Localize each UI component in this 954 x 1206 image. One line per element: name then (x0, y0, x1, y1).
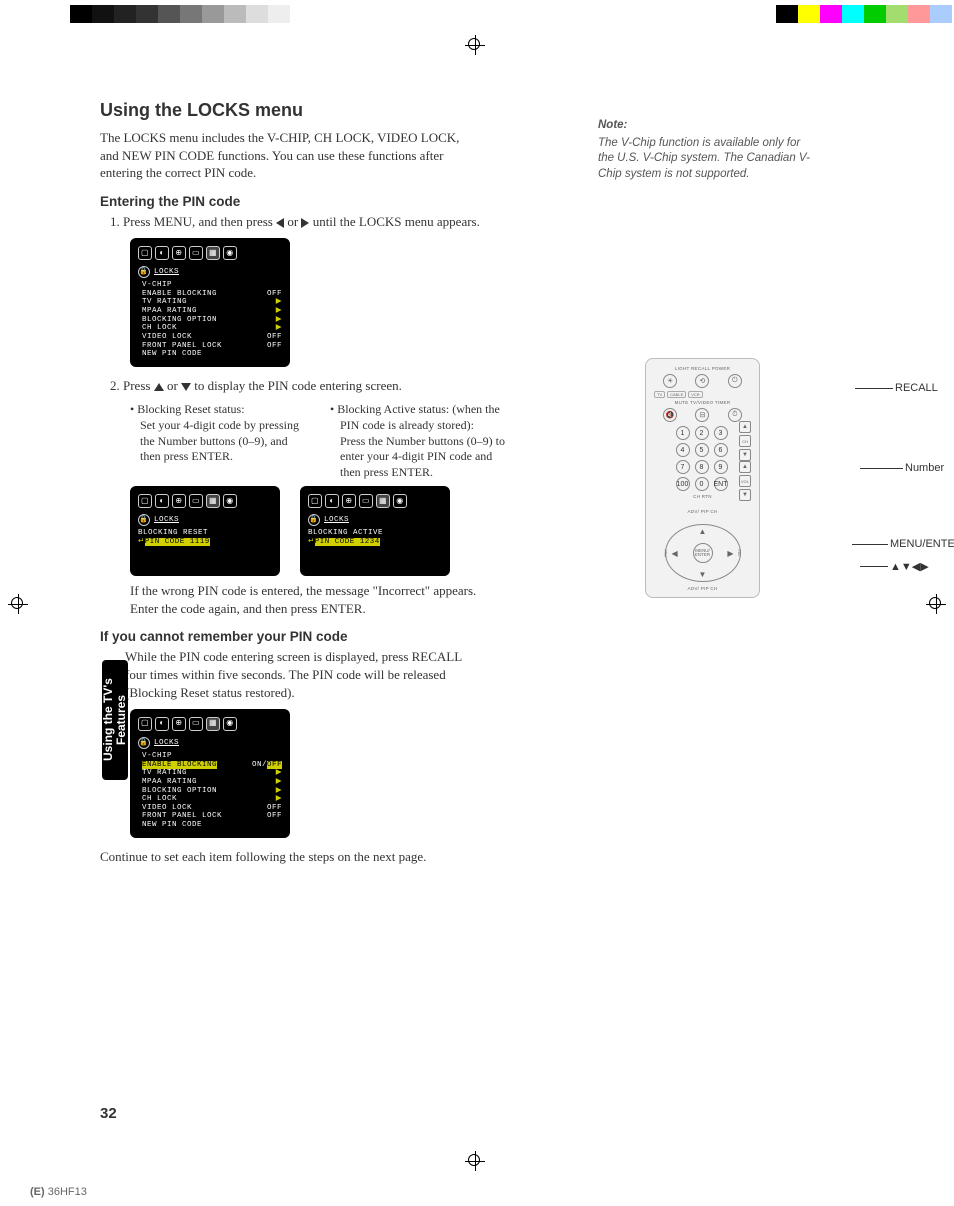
osd-blocking-active: ▢◐⊕▭▦◉ 🔒LOCKS BLOCKING ACTIVE ↵PIN CODE … (300, 486, 450, 576)
num-7-button: 7 (676, 460, 690, 474)
num-ENT-button: ENT (714, 477, 728, 491)
remote-control-diagram: LIGHT RECALL POWER ☀ ⟲ ⏻ TVCABLEVCR MUTE… (645, 358, 760, 598)
registration-mark-icon (926, 594, 946, 614)
mute-button: 🔇 (663, 408, 677, 422)
osd-locks-menu-1: ▢◐⊕▭▦◉ 🔒LOCKS V-CHIP ENABLE BLOCKINGOFF … (130, 238, 290, 367)
lock-icon: 🔒 (138, 737, 150, 749)
timer-button: ⏱ (728, 408, 742, 422)
osd-blocking-reset: ▢◐⊕▭▦◉ 🔒LOCKS BLOCKING RESET ↵PIN CODE 1… (130, 486, 280, 576)
num-6-button: 6 (714, 443, 728, 457)
num-4-button: 4 (676, 443, 690, 457)
left-arrow-icon (276, 218, 284, 228)
nav-ring: ▲ ▼ ◀ ▶ MENU/ ENTER FAV FAV (665, 524, 741, 582)
step-2: 2. Press or to display the PIN code ente… (125, 377, 485, 395)
num-8-button: 8 (695, 460, 709, 474)
recall-button: ⟲ (695, 374, 709, 388)
num-9-button: 9 (714, 460, 728, 474)
num-2-button: 2 (695, 426, 709, 440)
side-tab: Using the TV's Features (102, 660, 128, 780)
step-1: 1. Press MENU, and then press or until t… (125, 213, 485, 231)
page-number: 32 (100, 1105, 117, 1122)
tvvideo-button: ⊟ (695, 408, 709, 422)
lock-icon: 🔒 (308, 514, 320, 526)
ch-down-button: ▼ (739, 449, 751, 461)
up-arrow-icon (154, 383, 164, 391)
light-button: ☀ (663, 374, 677, 388)
blocking-reset-info: • Blocking Reset status: Set your 4-digi… (130, 402, 310, 480)
registration-mark-icon (8, 594, 28, 614)
section-entering-pin: Entering the PIN code (100, 194, 860, 209)
wrong-pin-text: If the wrong PIN code is entered, the me… (130, 582, 480, 617)
num-1-button: 1 (676, 426, 690, 440)
num-0-button: 0 (695, 477, 709, 491)
menu-enter-button: MENU/ ENTER (693, 543, 713, 563)
note-block: Note: The V-Chip function is available o… (598, 118, 810, 182)
lock-icon: 🔒 (138, 266, 150, 278)
forgot-pin-body: While the PIN code entering screen is di… (125, 648, 485, 701)
up-arrow-icon: ▲ (699, 527, 707, 536)
blocking-active-info: • Blocking Active status: (when the PIN … (330, 402, 510, 480)
continue-text: Continue to set each item following the … (100, 848, 480, 866)
vol-up-button: ▲ (739, 461, 751, 473)
lock-icon: 🔒 (138, 514, 150, 526)
osd-locks-menu-2: ▢◐⊕▭▦◉ 🔒LOCKS V-CHIPENABLE BLOCKINGON/OF… (130, 709, 290, 838)
down-arrow-icon (181, 383, 191, 391)
left-arrow-icon: ◀ (672, 549, 678, 558)
down-arrow-icon: ▼ (699, 570, 707, 579)
right-arrow-icon: ▶ (727, 549, 733, 558)
intro-text: The LOCKS menu includes the V-CHIP, CH L… (100, 129, 480, 182)
registration-mark-icon (465, 1151, 485, 1171)
num-100-button: 100 (676, 477, 690, 491)
registration-mark-icon (465, 35, 485, 55)
ch-up-button: ▲ (739, 421, 751, 433)
footer-code: (E) (E) 36HF1336HF13 (30, 1186, 87, 1198)
color-bars (0, 5, 954, 25)
vol-down-button: ▼ (739, 489, 751, 501)
num-3-button: 3 (714, 426, 728, 440)
power-button: ⏻ (728, 374, 742, 388)
num-5-button: 5 (695, 443, 709, 457)
section-forgot-pin: If you cannot remember your PIN code (100, 629, 860, 644)
